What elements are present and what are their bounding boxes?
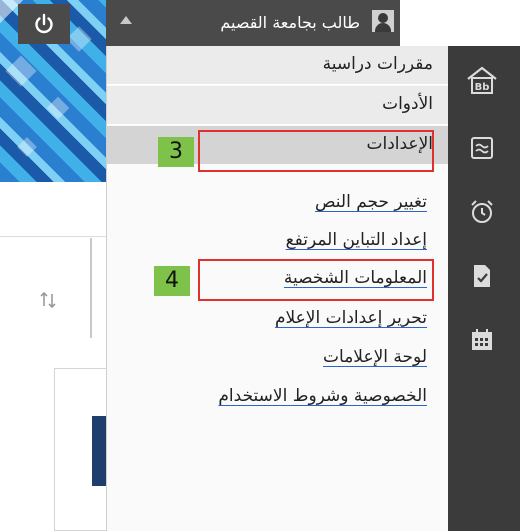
svg-text:Bb: Bb [475,82,490,93]
user-menu-toggle[interactable]: طالب بجامعة القصيم [106,0,400,46]
link-edit-notification-settings[interactable]: تحرير إعدادات الإعلام [275,308,427,328]
avatar [372,10,394,32]
highlight-settings [198,130,434,172]
right-sidebar: Bb [448,46,520,531]
grades-icon[interactable] [464,258,500,294]
column-divider [90,238,92,338]
step-badge-4: 4 [154,266,190,296]
power-icon [35,13,53,34]
bb-home-icon[interactable]: Bb [464,62,500,98]
link-change-text-size[interactable]: تغيير حجم النص [315,192,427,212]
divider [0,236,106,237]
top-bar: طالب بجامعة القصيم [0,0,520,46]
menu-item-label: الأدوات [382,94,433,114]
calendar-icon[interactable] [464,322,500,358]
link-privacy-terms[interactable]: الخصوصية وشروط الاستخدام [218,386,427,406]
link-high-contrast[interactable]: إعداد التباين المرتفع [286,230,427,250]
menu-item-tools[interactable]: الأدوات [107,86,449,124]
menu-item-label: مقررات دراسية [322,54,433,74]
divider [107,124,449,125]
divider [107,84,449,85]
step-badge-3: 3 [158,137,194,167]
user-name: طالب بجامعة القصيم [220,13,360,32]
sort-icon[interactable] [38,290,58,310]
content-strip [92,416,106,486]
caret-up-icon [120,16,132,24]
activity-stream-icon[interactable] [464,130,500,166]
alarm-clock-icon[interactable] [464,194,500,230]
highlight-personal-information [198,259,434,301]
menu-item-courses[interactable]: مقررات دراسية [107,46,449,84]
link-notifications-dashboard[interactable]: لوحة الإعلامات [323,347,427,367]
logout-button[interactable] [18,4,70,44]
